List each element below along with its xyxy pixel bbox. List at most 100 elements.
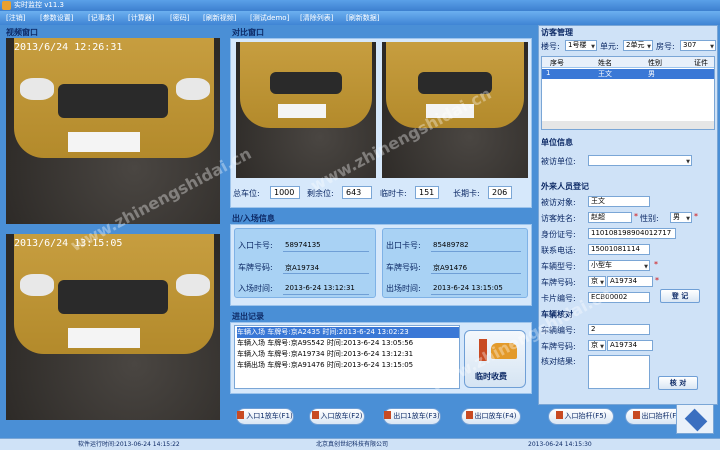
check-button[interactable]: 核 对 xyxy=(658,376,698,390)
entry-time-value: 2013-6-24 13:12:31 xyxy=(285,284,355,292)
card-number-field[interactable]: ECB00002 xyxy=(588,292,650,303)
title-bar: 实时监控 v11.3 xyxy=(0,0,720,11)
unit-info-title: 单位信息 xyxy=(541,138,573,147)
gender-select[interactable]: 男 ▼ xyxy=(670,212,692,223)
log-row[interactable]: 车辆入场 车牌号:京A2435 时间:2013-6-24 13:02:23 xyxy=(237,327,459,338)
menu-notepad[interactable]: [记事本] xyxy=(88,13,114,23)
exit-release-button[interactable]: 出口放车(F4) xyxy=(461,408,521,425)
status-uptime: 软件运行时间:2013-06-24 14:15:22 xyxy=(78,441,180,448)
barrier-icon xyxy=(632,411,640,419)
id-label: 身份证号: xyxy=(541,230,576,239)
chevron-down-icon: ▼ xyxy=(591,44,595,50)
menu-bar: [注销] [参数设置] [记事本] [计算器] [密码] [刷新视频] [测试d… xyxy=(0,11,720,25)
vehicle-no-field[interactable]: 2 xyxy=(588,324,650,335)
check-plate-prefix-select[interactable]: 京 ▼ xyxy=(588,340,606,351)
entry-card-label: 入口卡号: xyxy=(238,241,273,250)
status-bar: 软件运行时间:2013-06-24 14:15:22 北京真创世纪科技有限公司 … xyxy=(0,438,720,450)
menu-settings[interactable]: [参数设置] xyxy=(40,13,73,23)
total-spaces-value: 1000 xyxy=(270,186,300,199)
host-label: 被访对象: xyxy=(541,198,576,207)
entry1-release-button[interactable]: 入口1放车(F1) xyxy=(236,408,294,425)
phone-field[interactable]: 15001081114 xyxy=(588,244,650,255)
long-card-label: 长期卡: xyxy=(453,189,480,198)
camera-2-view[interactable]: 2013/6/24 13:15:05 xyxy=(6,234,220,420)
temp-charge-button[interactable]: 临时收费 xyxy=(464,330,526,388)
window-title: 实时监控 v11.3 xyxy=(14,1,64,9)
room-select[interactable]: 307 ▼ xyxy=(680,40,716,51)
barrier-icon xyxy=(479,339,487,361)
barrier-icon xyxy=(384,411,392,419)
check-result-field xyxy=(588,355,650,389)
log-row[interactable]: 车辆入场 车牌号:京A19734 时间:2013-6-24 13:12:31 xyxy=(237,349,459,360)
grid-header: 证件 xyxy=(694,59,708,67)
video-window-title: 视频窗口 xyxy=(6,28,38,37)
log-list[interactable]: 车辆入场 车牌号:京A2435 时间:2013-6-24 13:02:23 车辆… xyxy=(234,325,460,389)
unit-select[interactable]: 2单元 ▼ xyxy=(623,40,653,51)
temp-card-label: 临时卡: xyxy=(380,189,407,198)
building-label: 楼号: xyxy=(541,42,560,51)
menu-refresh-data[interactable]: [刷新数据] xyxy=(346,13,379,23)
building-select[interactable]: 1号楼 ▼ xyxy=(565,40,597,51)
menu-clear-list[interactable]: [清除列表] xyxy=(300,13,333,23)
vehicle-type-select[interactable]: 小型车 ▼ xyxy=(588,260,650,271)
free-spaces-value: 643 xyxy=(342,186,372,199)
exit-plate-label: 车牌号码: xyxy=(386,263,421,272)
car-icon xyxy=(491,343,517,359)
check-plate-field[interactable]: A19734 xyxy=(607,340,653,351)
chevron-down-icon: ▼ xyxy=(644,264,648,270)
host-field[interactable]: 王文 xyxy=(588,196,650,207)
reg-plate-prefix-select[interactable]: 京 ▼ xyxy=(588,276,606,287)
entry-plate-value: 京A19734 xyxy=(285,264,320,272)
required-mark: * xyxy=(655,276,659,285)
vehicle-type-label: 车辆型号: xyxy=(541,262,576,271)
exit-time-value: 2013-6-24 13:15:05 xyxy=(433,284,503,292)
log-row[interactable]: 车辆出场 车牌号:京A91476 时间:2013-6-24 13:15:05 xyxy=(237,360,459,371)
table-row[interactable]: 1 王文 男 xyxy=(542,69,714,79)
exit1-release-button[interactable]: 出口1放车(F3) xyxy=(383,408,441,425)
room-label: 房号: xyxy=(656,42,675,51)
menu-password[interactable]: [密码] xyxy=(170,13,189,23)
menu-test-demo[interactable]: [测试demo] xyxy=(250,13,289,23)
license-plate xyxy=(68,132,140,152)
check-title: 车辆核对 xyxy=(541,310,573,319)
barrier-icon xyxy=(555,411,563,419)
chevron-down-icon: ▼ xyxy=(647,44,651,50)
menu-refresh-video[interactable]: [刷新视频] xyxy=(203,13,236,23)
menu-calculator[interactable]: [计算器] xyxy=(128,13,154,23)
visitor-name-label: 访客姓名: xyxy=(541,214,576,223)
id-field[interactable]: 110108198904012717 xyxy=(588,228,676,239)
reg-plate-field[interactable]: A19734 xyxy=(607,276,653,287)
chevron-down-icon: ▼ xyxy=(600,280,604,286)
register-button[interactable]: 登 记 xyxy=(660,289,700,303)
entry-raise-bar-button[interactable]: 入口抬杆(F5) xyxy=(548,408,614,425)
exit-time-label: 出场时间: xyxy=(386,284,421,293)
app-icon xyxy=(2,1,11,10)
visit-unit-select[interactable]: ▼ xyxy=(588,155,692,166)
camera-1-timestamp: 2013/6/24 12:26:31 xyxy=(14,42,123,53)
required-mark: * xyxy=(634,212,638,221)
visit-unit-label: 被访单位: xyxy=(541,157,576,166)
camera-1-view[interactable]: 2013/6/24 12:26:31 xyxy=(6,38,220,224)
menu-logout[interactable]: [注销] xyxy=(6,13,25,23)
exit-plate-value: 京A91476 xyxy=(433,264,468,272)
vehicle-no-label: 车辆编号: xyxy=(541,326,576,335)
status-clock: 2013-06-24 14:15:30 xyxy=(528,441,592,448)
log-row[interactable]: 车辆入场 车牌号:京A9S542 时间:2013-6-24 13:05:56 xyxy=(237,338,459,349)
chevron-down-icon: ▼ xyxy=(686,159,690,165)
barrier-icon xyxy=(311,411,319,419)
visitor-grid[interactable]: 序号 姓名 性别 证件 1 王文 男 xyxy=(541,56,715,130)
temp-charge-label: 临时收费 xyxy=(475,372,507,381)
compare-window-title: 对比窗口 xyxy=(232,28,264,37)
entry-release-button[interactable]: 入口放车(F2) xyxy=(309,408,365,425)
license-plate xyxy=(68,328,140,348)
exit-card-value: 85489782 xyxy=(433,241,469,249)
grid-header: 姓名 xyxy=(598,59,612,67)
horizontal-scrollbar[interactable] xyxy=(542,121,714,129)
exit-card-label: 出口卡号: xyxy=(386,241,421,250)
check-plate-label: 车牌号码: xyxy=(541,342,576,351)
visitor-name-field[interactable]: 赵超 xyxy=(588,212,632,223)
card-number-label: 卡片编号: xyxy=(541,294,576,303)
chevron-down-icon: ▼ xyxy=(600,344,604,350)
entry-card-value: 58974135 xyxy=(285,241,321,249)
gender-label: 性别: xyxy=(640,214,659,223)
